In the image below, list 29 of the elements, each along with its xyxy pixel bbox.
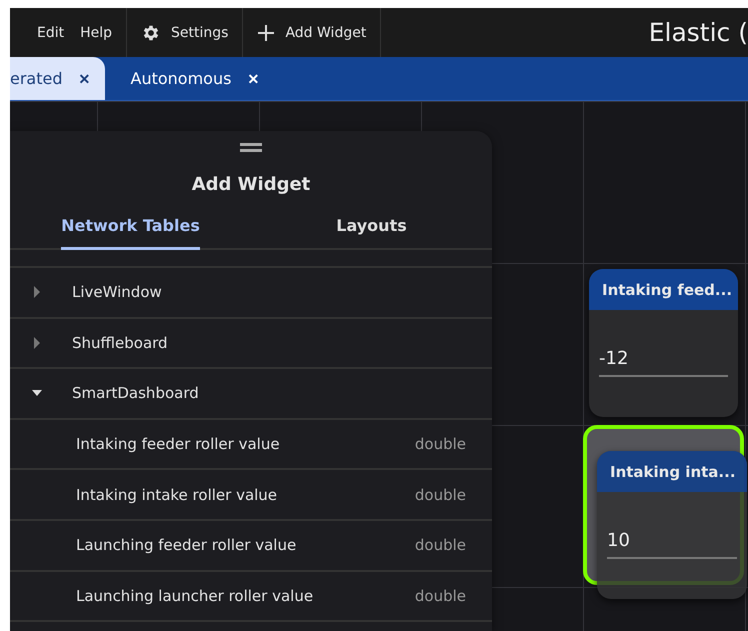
caret-right-icon[interactable]	[32, 286, 42, 298]
tree-row[interactable]: Launching launcher roller value double	[10, 572, 492, 622]
close-tab-button[interactable]: ✕	[76, 70, 92, 86]
panel-tab[interactable]: Network Tables	[10, 213, 251, 248]
add-widget-button[interactable]: Add Widget	[243, 8, 380, 57]
tree-row[interactable]: LiveWindow	[10, 268, 492, 319]
widget-title: Intaking feed...	[589, 269, 738, 310]
value-field[interactable]: 10	[607, 530, 737, 559]
panel-title: Add Widget	[190, 174, 312, 195]
tree-row[interactable]: SmartDashboard	[10, 369, 492, 420]
widget-title: Intaking inta...	[597, 451, 747, 492]
value-field[interactable]: -12	[599, 348, 728, 377]
dashboard-tab[interactable]: Autonomous ✕	[104, 57, 274, 100]
panel-tab[interactable]: Layouts	[251, 213, 492, 248]
settings-button[interactable]: Settings	[127, 8, 242, 57]
tree-row[interactable]: Intaking feeder roller value double	[10, 420, 492, 470]
tree-row[interactable]: Intaking intake roller value double	[10, 470, 492, 521]
caret-right-icon[interactable]	[32, 336, 42, 349]
add-icon	[257, 24, 276, 42]
close-tab-button[interactable]: ✕	[245, 70, 262, 86]
window-title: Elastic (	[648, 18, 748, 47]
widget-card[interactable]: Intaking inta... 10	[597, 451, 747, 599]
tree-row[interactable]: Shuffleboard	[10, 318, 492, 370]
widget-card[interactable]: Intaking feed... -12	[589, 269, 738, 417]
tree-row[interactable]: Launching feeder roller value double	[10, 520, 492, 572]
drag-handle-icon[interactable]	[240, 143, 262, 152]
menu-item[interactable]: Edit	[29, 24, 72, 40]
menu-item[interactable]: Help	[72, 24, 120, 40]
dashboard-tab[interactable]: erated ✕	[10, 57, 104, 100]
